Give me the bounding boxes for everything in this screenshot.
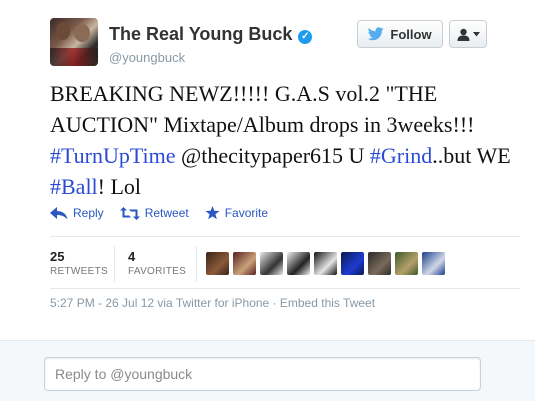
retweeter-avatar[interactable]	[422, 252, 445, 275]
tweet-card: The Real Young Buck ✓ @youngbuck Follow B…	[0, 0, 535, 340]
retweeter-avatar[interactable]	[395, 252, 418, 275]
user-icon	[457, 28, 469, 41]
retweeter-avatar[interactable]	[314, 252, 337, 275]
star-icon	[205, 206, 220, 220]
tweet-text-segment: BREAKING NEWZ!!!!! G.A.S vol.2 "THE AUCT…	[50, 81, 475, 137]
author-avatar[interactable]	[50, 18, 98, 66]
stat-divider	[114, 246, 115, 282]
hashtag-link[interactable]: #TurnUpTime	[50, 143, 176, 168]
reply-icon	[50, 206, 68, 219]
favorites-label: FAVORITES	[128, 266, 187, 277]
retweeter-avatar[interactable]	[206, 252, 229, 275]
reply-area	[0, 340, 535, 401]
follow-button[interactable]: Follow	[357, 20, 443, 48]
retweeter-avatars	[206, 252, 445, 275]
retweet-icon	[119, 206, 140, 220]
retweets-count: 25	[50, 249, 65, 264]
tweet-actions: Reply Retweet Favorite	[50, 204, 268, 222]
retweet-action[interactable]: Retweet	[119, 206, 189, 220]
reply-input[interactable]	[44, 357, 481, 391]
user-dropdown-button[interactable]	[449, 20, 487, 48]
retweeter-avatar[interactable]	[233, 252, 256, 275]
hashtag-link[interactable]: #Grind	[370, 143, 432, 168]
twitter-bird-icon	[368, 27, 385, 41]
author-name[interactable]: The Real Young Buck ✓	[109, 24, 313, 45]
reply-action[interactable]: Reply	[50, 206, 104, 220]
tweet-text-segment: @thecitypaper615 U	[175, 143, 370, 168]
author-handle[interactable]: @youngbuck	[109, 50, 185, 65]
tweet-meta[interactable]: 5:27 PM - 26 Jul 12 via Twitter for iPho…	[50, 296, 375, 310]
divider	[50, 288, 520, 289]
retweets-label: RETWEETS	[50, 266, 108, 277]
favorites-count: 4	[128, 249, 136, 264]
favorite-label: Favorite	[224, 206, 269, 220]
hashtag-link[interactable]: #Ball	[50, 174, 98, 199]
tweet-text-segment: ! Lol	[97, 174, 142, 199]
favorites-stat[interactable]: 4 FAVORITES	[128, 249, 186, 277]
retweeter-avatar[interactable]	[368, 252, 391, 275]
tweet-text-segment: ..but WE	[432, 143, 511, 168]
chevron-down-icon	[472, 31, 480, 36]
retweets-stat[interactable]: 25 RETWEETS	[50, 249, 108, 277]
retweeter-avatar[interactable]	[260, 252, 283, 275]
favorite-action[interactable]: Favorite	[205, 206, 268, 220]
tweet-text: BREAKING NEWZ!!!!! G.A.S vol.2 "THE AUCT…	[50, 78, 520, 202]
author-name-text[interactable]: The Real Young Buck	[109, 24, 292, 44]
follow-button-label: Follow	[390, 26, 432, 42]
retweeter-avatar[interactable]	[341, 252, 364, 275]
retweeter-avatar[interactable]	[287, 252, 310, 275]
divider	[50, 236, 520, 237]
stat-divider	[196, 246, 197, 282]
verified-badge-icon: ✓	[298, 30, 313, 44]
retweet-label: Retweet	[144, 206, 189, 220]
reply-label: Reply	[73, 206, 104, 220]
